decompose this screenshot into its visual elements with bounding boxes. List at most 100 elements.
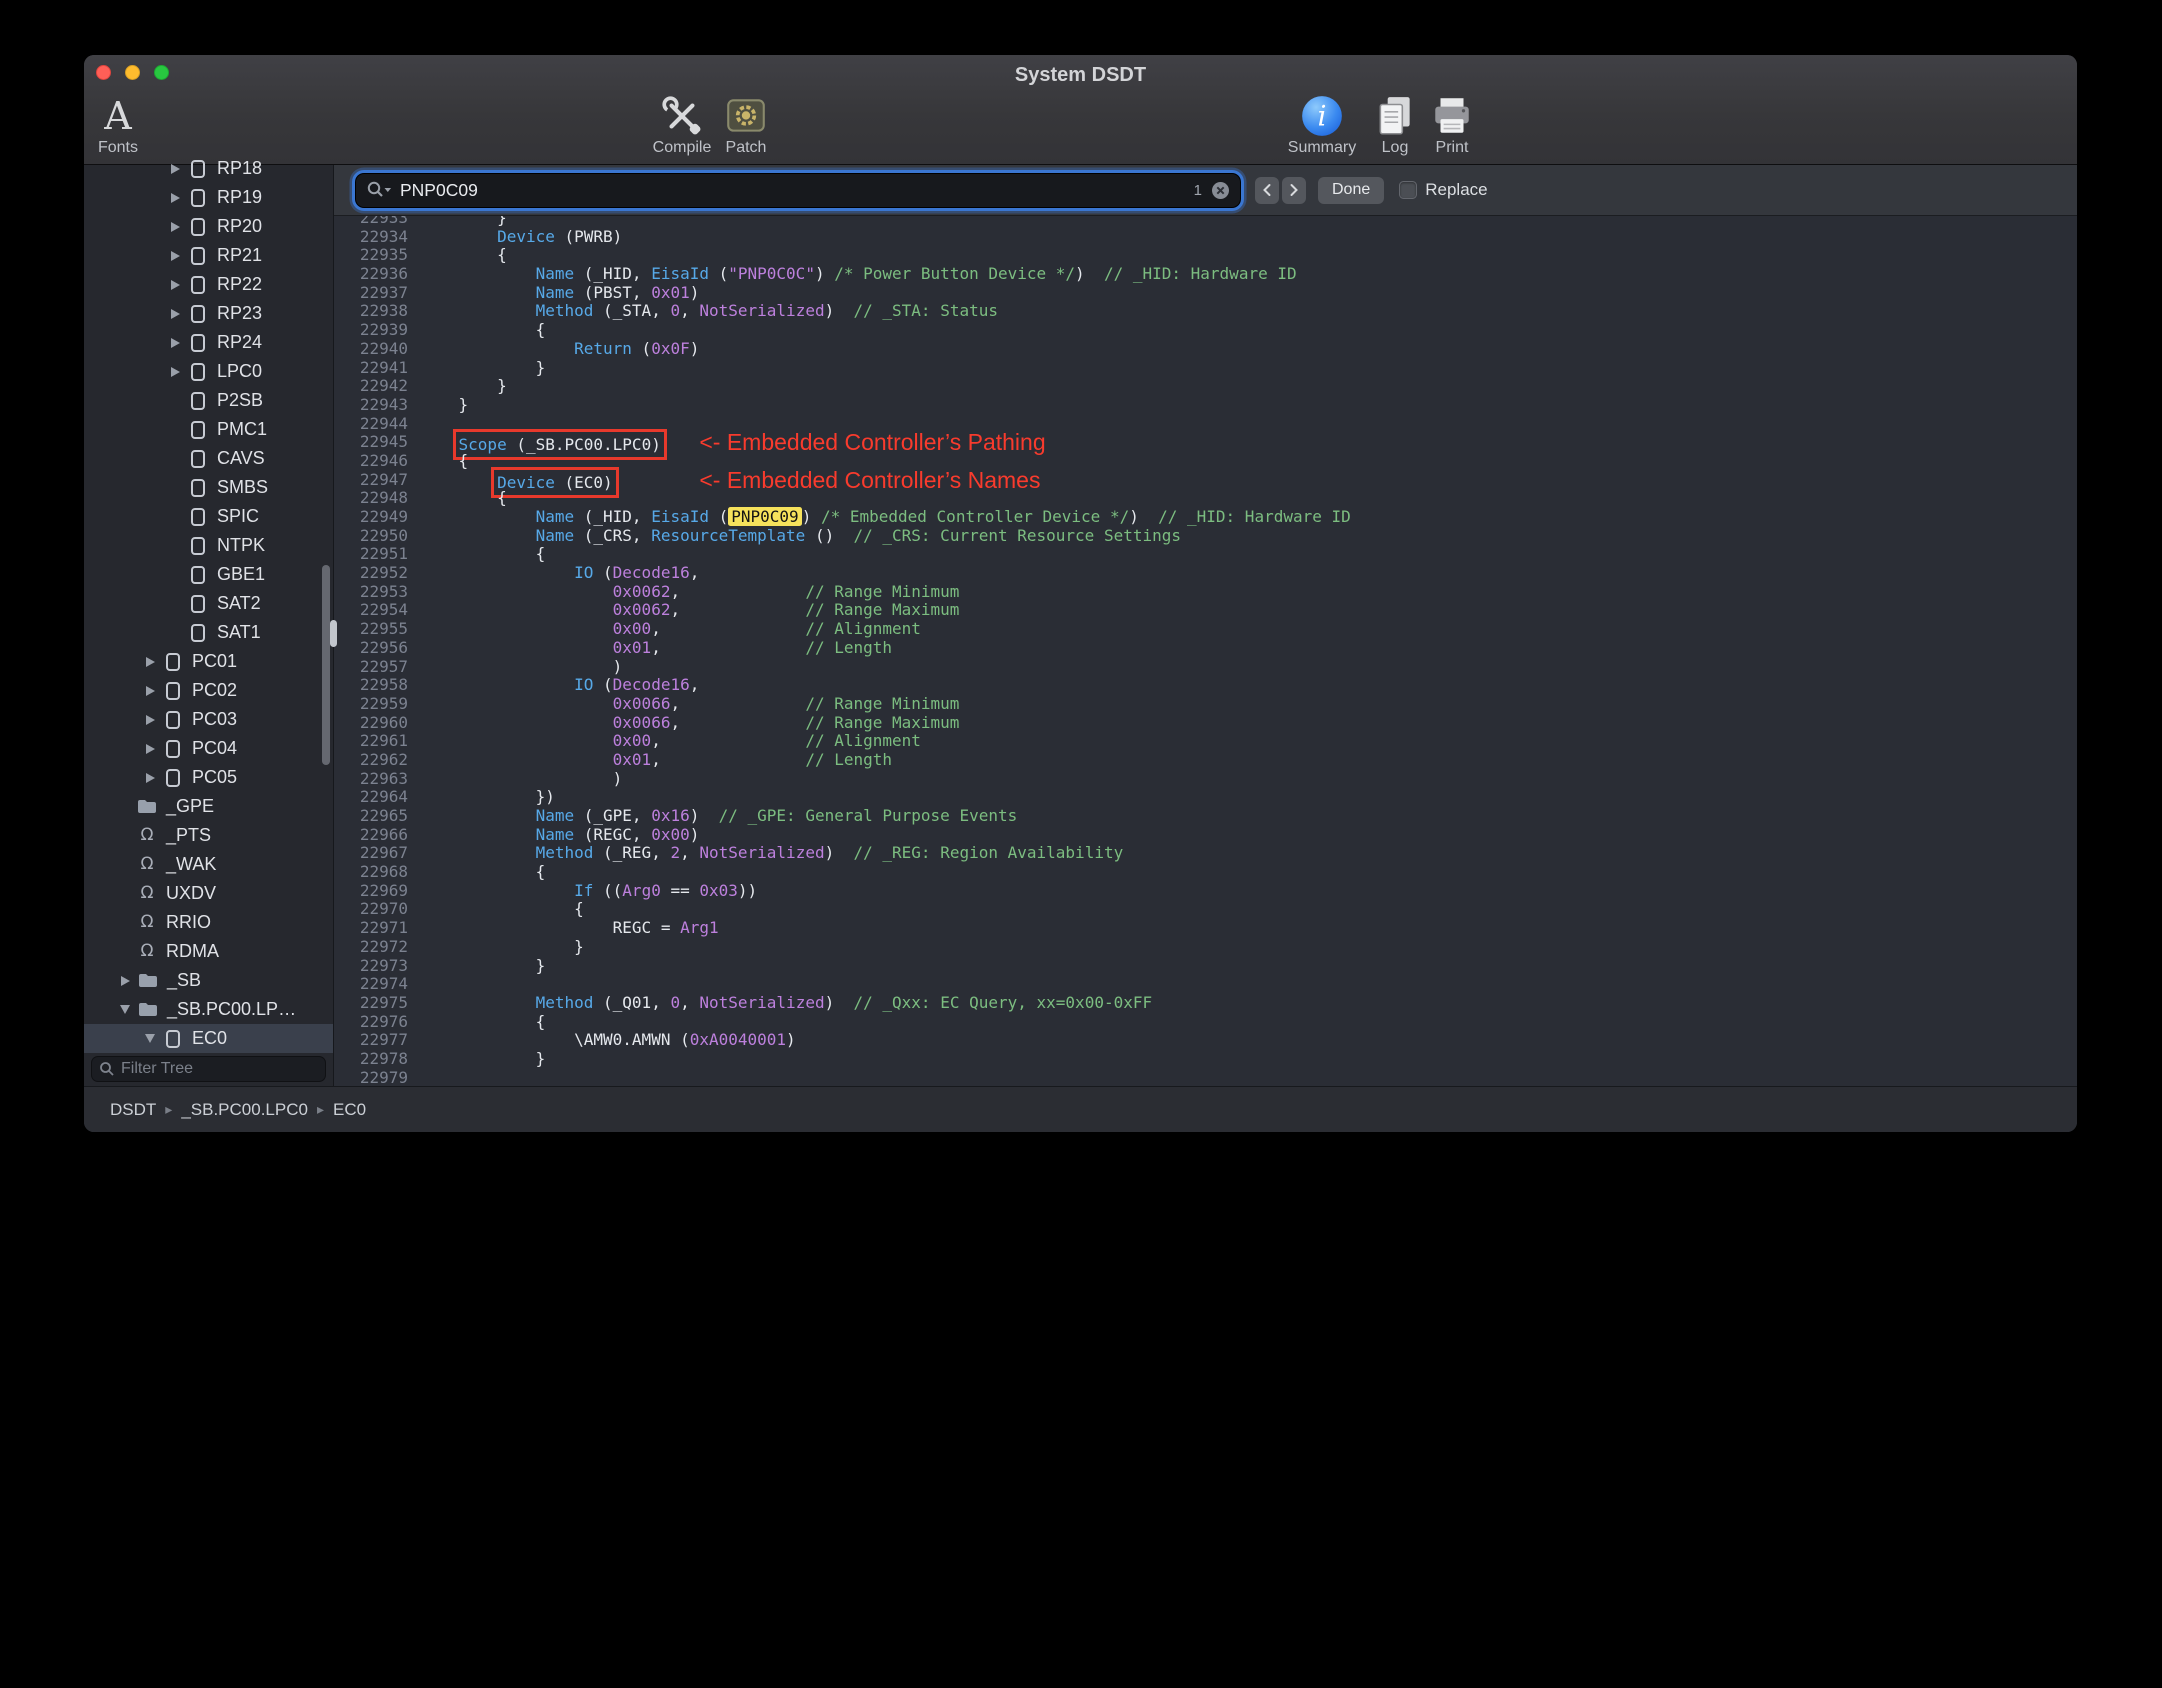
disclosure-triangle-icon[interactable] bbox=[162, 308, 188, 319]
sidebar-item-rp20[interactable]: RP20 bbox=[84, 212, 333, 241]
minimize-button[interactable] bbox=[125, 65, 140, 80]
sidebar-item-_pts[interactable]: Ω _PTS bbox=[84, 821, 333, 850]
code-editor[interactable]: 22933 } 22934 Device (PWRB) 22935 {22936 N… bbox=[334, 216, 2077, 1086]
code-token: // Range Maximum bbox=[805, 600, 960, 620]
sidebar-item-rp21[interactable]: RP21 bbox=[84, 241, 333, 270]
close-button[interactable] bbox=[96, 65, 111, 80]
sidebar-item-ntpk[interactable]: NTPK bbox=[84, 531, 333, 560]
disclosure-triangle-icon[interactable] bbox=[137, 714, 163, 725]
code-token: (_STA, bbox=[593, 301, 671, 321]
disclosure-triangle-icon[interactable] bbox=[162, 337, 188, 348]
sidebar-item-smbs[interactable]: SMBS bbox=[84, 473, 333, 502]
toolbar-button-print[interactable]: Print bbox=[1421, 92, 1483, 157]
sidebar-item-pc03[interactable]: PC03 bbox=[84, 705, 333, 734]
disclosure-triangle-icon[interactable] bbox=[112, 1005, 138, 1014]
code-token: } bbox=[420, 376, 507, 396]
sidebar-item-rp23[interactable]: RP23 bbox=[84, 299, 333, 328]
code-token: // Length bbox=[805, 749, 893, 769]
sidebar-item-_sbpc00lp[interactable]: _SB.PC00.LP… bbox=[84, 995, 333, 1024]
code-token: REGC = bbox=[420, 918, 681, 938]
sidebar-item-p2sb[interactable]: P2SB bbox=[84, 386, 333, 415]
breadcrumb-item[interactable]: EC0 bbox=[333, 1100, 366, 1120]
code-token: )) bbox=[737, 880, 758, 900]
toolbar-button-summary[interactable]: i Summary bbox=[1280, 92, 1364, 157]
code-line-content: ) bbox=[420, 769, 623, 789]
code-token: If bbox=[574, 880, 594, 900]
line-number: 22970 bbox=[359, 899, 408, 919]
code-line: 22964 }) bbox=[334, 787, 2077, 807]
disclosure-triangle-icon[interactable] bbox=[162, 250, 188, 261]
code-token: () bbox=[805, 525, 854, 545]
done-button[interactable]: Done bbox=[1318, 176, 1385, 204]
search-icon[interactable] bbox=[366, 180, 392, 200]
search-field[interactable]: 1 bbox=[356, 173, 1240, 207]
code-line: 22954 0x0062, // Range Maximum bbox=[334, 601, 2077, 620]
sidebar-item-rdma[interactable]: Ω RDMA bbox=[84, 937, 333, 966]
next-match-button[interactable] bbox=[1282, 176, 1306, 204]
sidebar-item-rp19[interactable]: RP19 bbox=[84, 183, 333, 212]
filter-tree-input[interactable] bbox=[121, 1060, 318, 1078]
disclosure-triangle-icon[interactable] bbox=[162, 279, 188, 290]
sidebar-item-cavs[interactable]: CAVS bbox=[84, 444, 333, 473]
toolbar-button-fonts[interactable]: A Fonts bbox=[86, 92, 150, 157]
sidebar-item-_sb[interactable]: _SB bbox=[84, 966, 333, 995]
disclosure-triangle-icon[interactable] bbox=[137, 772, 163, 783]
breadcrumb-item[interactable]: _SB.PC00.LPC0 bbox=[181, 1100, 308, 1120]
print-icon bbox=[1429, 92, 1475, 139]
sidebar-item-rp22[interactable]: RP22 bbox=[84, 270, 333, 299]
clear-search-icon[interactable] bbox=[1211, 181, 1230, 200]
sidebar-item-pmc1[interactable]: PMC1 bbox=[84, 415, 333, 444]
code-line: 22958 IO (Decode16, bbox=[334, 675, 2077, 695]
previous-match-button[interactable] bbox=[1255, 176, 1279, 204]
sidebar-item-pc02[interactable]: PC02 bbox=[84, 676, 333, 705]
code-token: // Range Minimum bbox=[805, 581, 960, 601]
disclosure-triangle-icon[interactable] bbox=[112, 975, 138, 986]
line-number: 22976 bbox=[359, 1011, 408, 1031]
sidebar-item-ec0[interactable]: EC0 bbox=[84, 1024, 333, 1053]
navigation-tree[interactable]: RP18 RP19 RP20 RP21 RP22 RP23 RP24 LPC0 P2SB PMC1… bbox=[84, 154, 333, 1053]
breadcrumb-item[interactable]: DSDT bbox=[110, 1100, 156, 1120]
code-token: 0x0062 bbox=[612, 600, 671, 620]
disclosure-triangle-icon[interactable] bbox=[162, 366, 188, 377]
code-token: 0x00 bbox=[612, 619, 652, 639]
pane-splitter-handle[interactable] bbox=[330, 620, 337, 647]
search-input[interactable] bbox=[400, 179, 1194, 201]
code-line-content: Device (EC0) <- Embedded Controller’s Na… bbox=[420, 466, 1040, 498]
window-header: System DSDT A Fonts Compile Patch i Summary Lo… bbox=[84, 55, 2077, 165]
sidebar-item-rp18[interactable]: RP18 bbox=[84, 154, 333, 183]
sidebar-item-lpc0[interactable]: LPC0 bbox=[84, 357, 333, 386]
toolbar-button-patch[interactable]: Patch bbox=[711, 92, 781, 157]
code-line-content: 0x0062, // Range Minimum bbox=[420, 581, 960, 602]
sidebar-item-uxdv[interactable]: Ω UXDV bbox=[84, 879, 333, 908]
sidebar-item-label: LPC0 bbox=[217, 361, 263, 381]
method-icon: Ω bbox=[140, 941, 154, 961]
sidebar-item-gbe1[interactable]: GBE1 bbox=[84, 560, 333, 589]
line-number: 22946 bbox=[359, 450, 408, 470]
sidebar-item-pc05[interactable]: PC05 bbox=[84, 763, 333, 792]
disclosure-triangle-icon[interactable] bbox=[162, 221, 188, 232]
sidebar-item-_gpe[interactable]: _GPE bbox=[84, 792, 333, 821]
replace-checkbox[interactable] bbox=[1399, 181, 1418, 199]
match-count: 1 bbox=[1193, 181, 1202, 199]
disclosure-triangle-icon[interactable] bbox=[162, 163, 188, 174]
sidebar-item-spic[interactable]: SPIC bbox=[84, 502, 333, 531]
sidebar-item-pc04[interactable]: PC04 bbox=[84, 734, 333, 763]
sidebar-item-pc01[interactable]: PC01 bbox=[84, 647, 333, 676]
toolbar-button-log[interactable]: Log bbox=[1370, 92, 1420, 157]
sidebar-item-_wak[interactable]: Ω _WAK bbox=[84, 850, 333, 879]
sidebar-item-label: RP21 bbox=[217, 245, 263, 265]
sidebar-item-sat1[interactable]: SAT1 bbox=[84, 618, 333, 647]
sidebar-item-rp24[interactable]: RP24 bbox=[84, 328, 333, 357]
disclosure-triangle-icon[interactable] bbox=[137, 656, 163, 667]
disclosure-triangle-icon[interactable] bbox=[137, 685, 163, 696]
filter-field[interactable] bbox=[91, 1056, 326, 1082]
sidebar-item-sat2[interactable]: SAT2 bbox=[84, 589, 333, 618]
disclosure-triangle-icon[interactable] bbox=[137, 743, 163, 754]
zoom-button[interactable] bbox=[154, 65, 169, 80]
disclosure-triangle-icon[interactable] bbox=[137, 1034, 163, 1043]
code-token: Name bbox=[535, 525, 575, 545]
sidebar-item-rrio[interactable]: Ω RRIO bbox=[84, 908, 333, 937]
sidebar-scrollbar-thumb[interactable] bbox=[322, 565, 330, 765]
device-icon bbox=[163, 651, 183, 673]
disclosure-triangle-icon[interactable] bbox=[162, 192, 188, 203]
